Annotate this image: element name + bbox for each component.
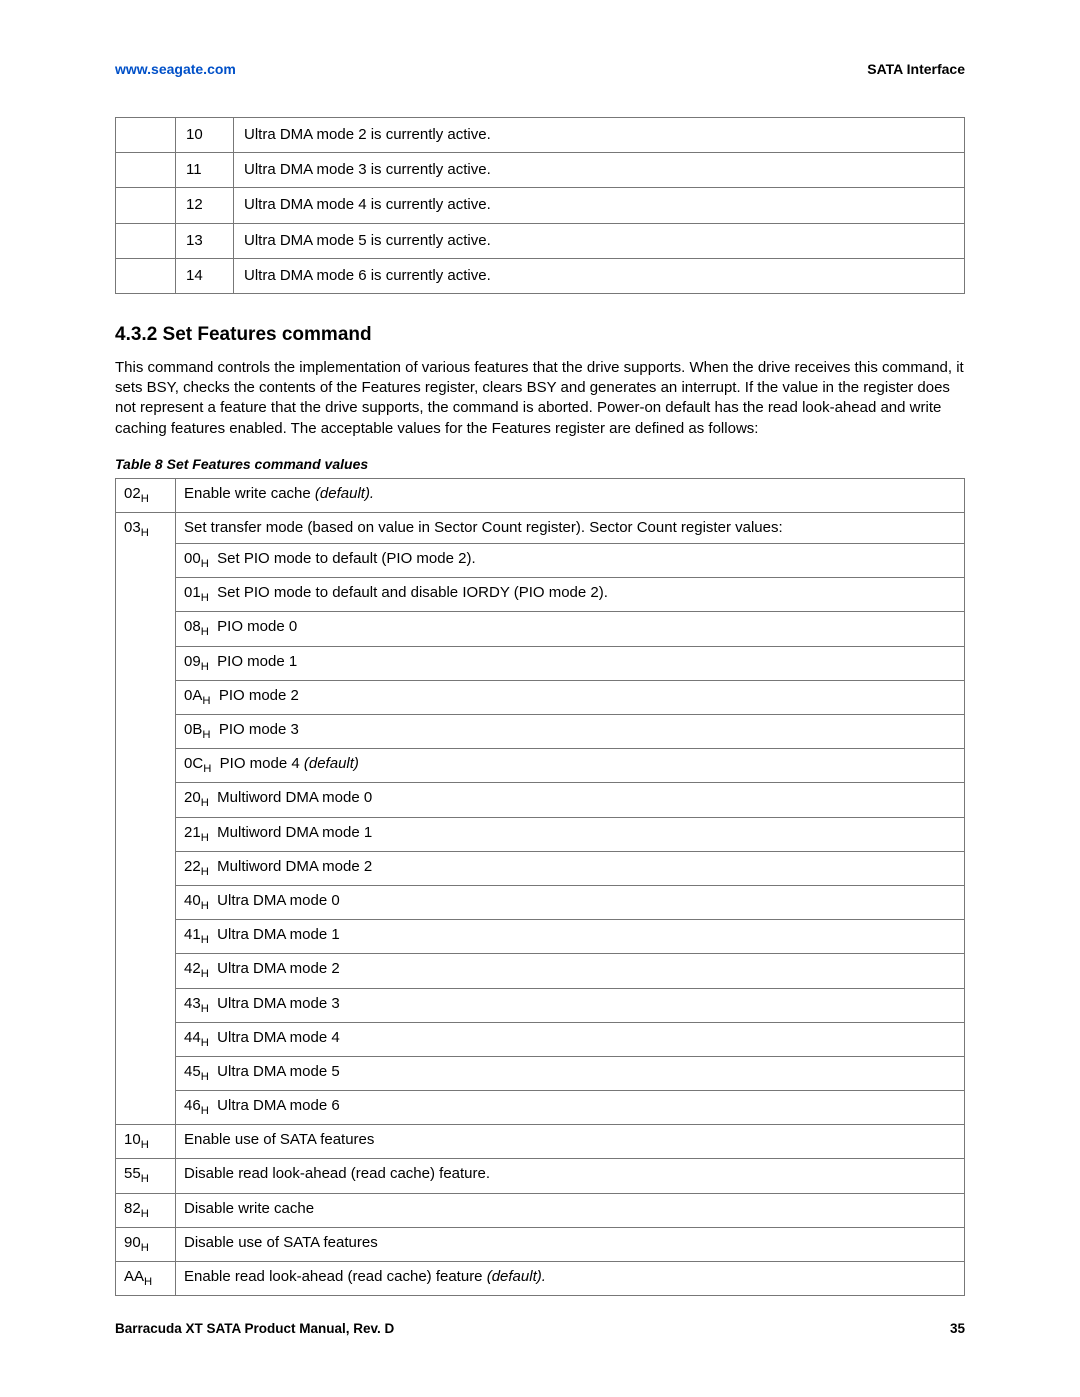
section-paragraph: This command controls the implementation… [115, 358, 965, 439]
desc-cell: Disable use of SATA features [176, 1227, 965, 1261]
table-row: 02H Enable write cache (default). [116, 478, 965, 512]
code-cell: 03H [116, 512, 176, 1124]
desc-cell: 43H Ultra DMA mode 3 [176, 988, 965, 1022]
table-row: 44H Ultra DMA mode 4 [116, 1022, 965, 1056]
desc-cell: 0CH PIO mode 4 (default) [176, 749, 965, 783]
table-row: 13 Ultra DMA mode 5 is currently active. [116, 223, 965, 258]
page-footer: Barracuda XT SATA Product Manual, Rev. D… [115, 1320, 965, 1338]
table-row: 14 Ultra DMA mode 6 is currently active. [116, 258, 965, 293]
desc-cell: Enable write cache (default). [176, 478, 965, 512]
table-row: 46H Ultra DMA mode 6 [116, 1091, 965, 1125]
desc-cell: Set transfer mode (based on value in Sec… [176, 512, 965, 543]
table-row: 08H PIO mode 0 [116, 612, 965, 646]
table-row: 12 Ultra DMA mode 4 is currently active. [116, 188, 965, 223]
table-row: 11 Ultra DMA mode 3 is currently active. [116, 153, 965, 188]
bit-cell: 14 [176, 258, 234, 293]
table-row: 10H Enable use of SATA features [116, 1125, 965, 1159]
desc-cell: Ultra DMA mode 6 is currently active. [234, 258, 965, 293]
code-cell: 90H [116, 1227, 176, 1261]
table-row: 10 Ultra DMA mode 2 is currently active. [116, 117, 965, 152]
table-row: AAH Enable read look-ahead (read cache) … [116, 1262, 965, 1296]
footer-page-number: 35 [950, 1320, 965, 1338]
desc-cell: Ultra DMA mode 3 is currently active. [234, 153, 965, 188]
desc-cell: 46H Ultra DMA mode 6 [176, 1091, 965, 1125]
desc-cell: 40H Ultra DMA mode 0 [176, 885, 965, 919]
desc-cell: 20H Multiword DMA mode 0 [176, 783, 965, 817]
bit-cell: 11 [176, 153, 234, 188]
table-row: 41H Ultra DMA mode 1 [116, 920, 965, 954]
desc-cell: 22H Multiword DMA mode 2 [176, 851, 965, 885]
code-cell: 02H [116, 478, 176, 512]
code-cell: AAH [116, 1262, 176, 1296]
table-row: 20H Multiword DMA mode 0 [116, 783, 965, 817]
desc-cell: Disable read look-ahead (read cache) fea… [176, 1159, 965, 1193]
dma-modes-table: 10 Ultra DMA mode 2 is currently active.… [115, 117, 965, 294]
desc-cell: 08H PIO mode 0 [176, 612, 965, 646]
bit-cell: 10 [176, 117, 234, 152]
desc-cell: 21H Multiword DMA mode 1 [176, 817, 965, 851]
table-row: 01H Set PIO mode to default and disable … [116, 578, 965, 612]
desc-cell: Enable read look-ahead (read cache) feat… [176, 1262, 965, 1296]
table-row: 21H Multiword DMA mode 1 [116, 817, 965, 851]
section-heading: 4.3.2 Set Features command [115, 322, 965, 348]
table-row: 0CH PIO mode 4 (default) [116, 749, 965, 783]
desc-cell: 01H Set PIO mode to default and disable … [176, 578, 965, 612]
desc-cell: 00H Set PIO mode to default (PIO mode 2)… [176, 544, 965, 578]
table-row: 03H Set transfer mode (based on value in… [116, 512, 965, 543]
table-row: 55H Disable read look-ahead (read cache)… [116, 1159, 965, 1193]
desc-cell: 45H Ultra DMA mode 5 [176, 1056, 965, 1090]
desc-cell: Disable write cache [176, 1193, 965, 1227]
table-row: 40H Ultra DMA mode 0 [116, 885, 965, 919]
bit-cell: 13 [176, 223, 234, 258]
desc-cell: 44H Ultra DMA mode 4 [176, 1022, 965, 1056]
table-row: 42H Ultra DMA mode 2 [116, 954, 965, 988]
table-caption: Table 8 Set Features command values [115, 455, 965, 474]
header-url[interactable]: www.seagate.com [115, 60, 236, 79]
desc-cell: Enable use of SATA features [176, 1125, 965, 1159]
desc-cell: 09H PIO mode 1 [176, 646, 965, 680]
bit-cell: 12 [176, 188, 234, 223]
code-cell: 82H [116, 1193, 176, 1227]
table-row: 45H Ultra DMA mode 5 [116, 1056, 965, 1090]
desc-cell: 0AH PIO mode 2 [176, 680, 965, 714]
desc-cell: Ultra DMA mode 4 is currently active. [234, 188, 965, 223]
desc-cell: 42H Ultra DMA mode 2 [176, 954, 965, 988]
table-row: 00H Set PIO mode to default (PIO mode 2)… [116, 544, 965, 578]
set-features-table: 02H Enable write cache (default). 03H Se… [115, 478, 965, 1297]
table-row: 43H Ultra DMA mode 3 [116, 988, 965, 1022]
table-row: 90H Disable use of SATA features [116, 1227, 965, 1261]
code-cell: 10H [116, 1125, 176, 1159]
header-section: SATA Interface [867, 60, 965, 79]
desc-cell: 0BH PIO mode 3 [176, 715, 965, 749]
table-row: 0AH PIO mode 2 [116, 680, 965, 714]
table-row: 09H PIO mode 1 [116, 646, 965, 680]
footer-manual-name: Barracuda XT SATA Product Manual, Rev. D [115, 1320, 394, 1338]
table-row: 82H Disable write cache [116, 1193, 965, 1227]
desc-cell: Ultra DMA mode 2 is currently active. [234, 117, 965, 152]
table-row: 0BH PIO mode 3 [116, 715, 965, 749]
desc-cell: 41H Ultra DMA mode 1 [176, 920, 965, 954]
table-row: 22H Multiword DMA mode 2 [116, 851, 965, 885]
code-cell: 55H [116, 1159, 176, 1193]
desc-cell: Ultra DMA mode 5 is currently active. [234, 223, 965, 258]
page-header: www.seagate.com SATA Interface [115, 60, 965, 79]
